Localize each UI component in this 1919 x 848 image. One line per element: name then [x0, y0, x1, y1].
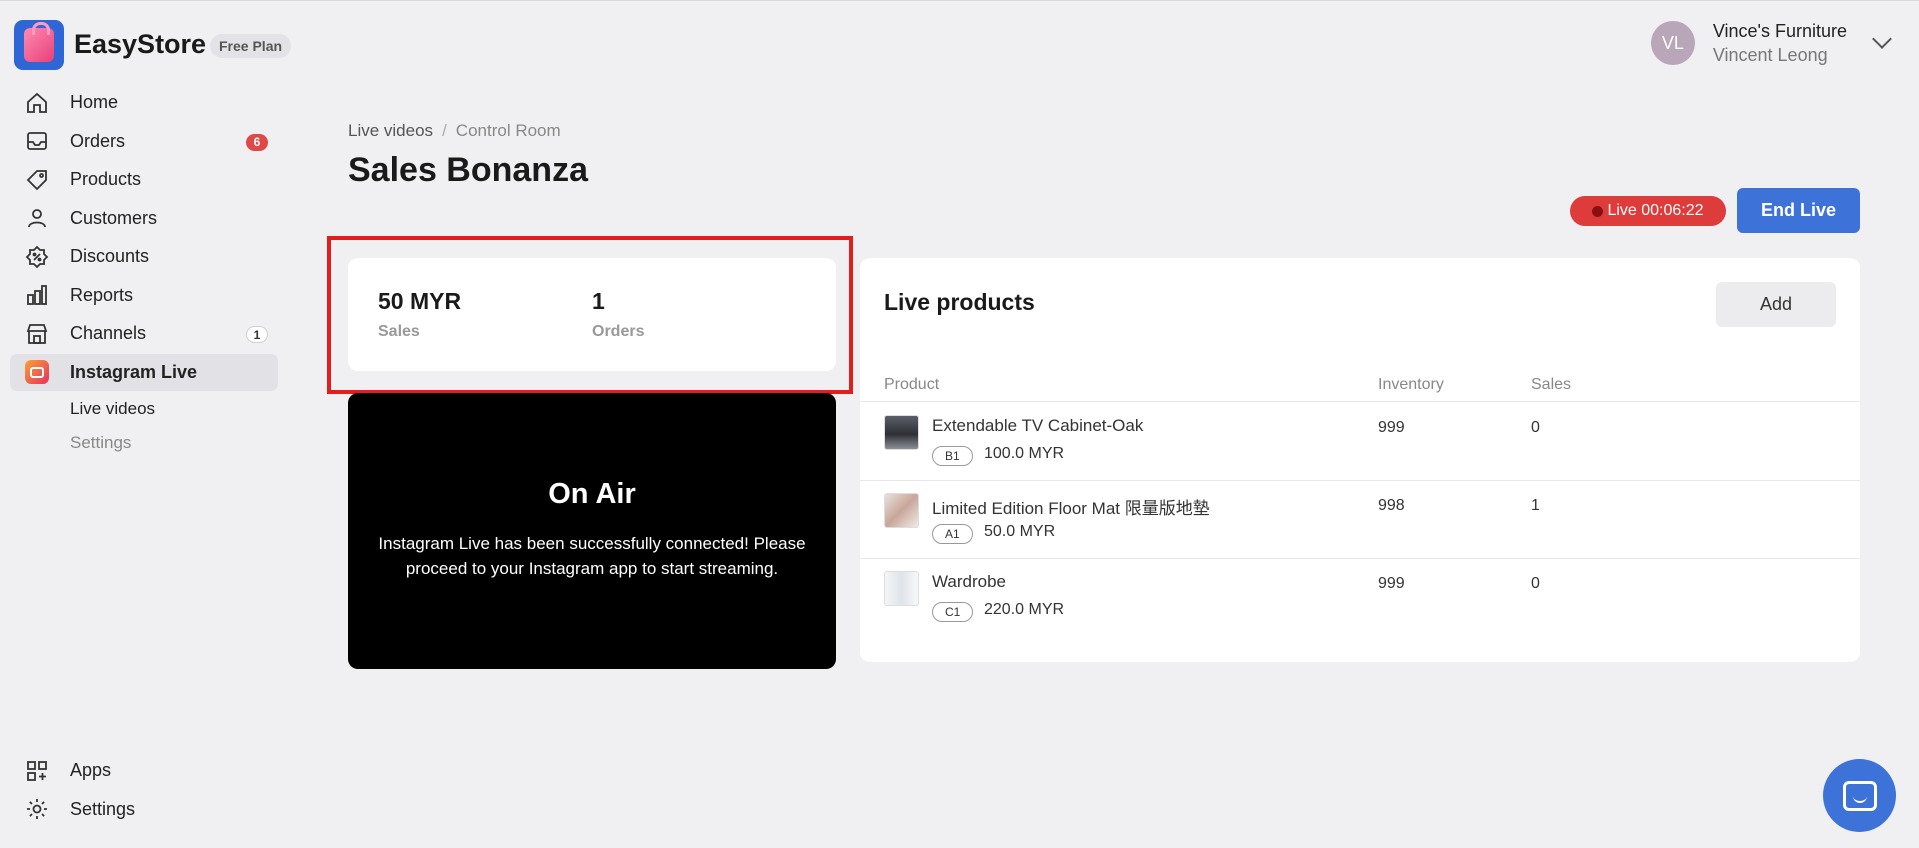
sidebar-item-label: Home [70, 92, 119, 112]
inbox-icon [24, 128, 50, 154]
discount-icon [24, 244, 50, 270]
product-inventory: 998 [1378, 497, 1405, 514]
column-product: Product [884, 376, 940, 393]
product-name: Extendable TV Cabinet-Oak [932, 416, 1144, 435]
product-thumbnail [884, 493, 919, 528]
sidebar-item-label: Apps [70, 760, 112, 780]
home-icon [24, 90, 50, 116]
table-row[interactable]: Extendable TV Cabinet-Oak B1 100.0 MYR 9… [860, 403, 1860, 481]
sidebar-item-label: Reports [70, 284, 134, 305]
sidebar-item-label: Products [70, 169, 142, 189]
orders-label: Orders [592, 323, 645, 340]
sidebar-item-products[interactable]: Products [10, 161, 278, 198]
product-name: Wardrobe [932, 572, 1007, 591]
product-price: 220.0 MYR [984, 601, 1065, 618]
chevron-down-icon[interactable] [1872, 29, 1892, 49]
avatar: VL [1650, 21, 1695, 65]
sku-badge: C1 [932, 602, 974, 622]
breadcrumb-live-videos[interactable]: Live videos [348, 121, 433, 140]
sidebar-item-label: Customers [70, 207, 158, 228]
subnav-item-settings[interactable]: Settings [70, 426, 278, 460]
sidebar-item-label: Discounts [70, 246, 150, 266]
add-product-button[interactable]: Add [1716, 282, 1836, 327]
breadcrumb-current: Control Room [455, 121, 561, 140]
sidebar-item-label: Settings [70, 798, 136, 819]
sidebar-item-label: Orders [70, 130, 126, 151]
stats-card: 50 MYR Sales 1 Orders [348, 258, 836, 371]
sidebar-item-apps[interactable]: Apps [10, 752, 278, 789]
plan-badge: Free Plan [210, 34, 292, 58]
sidebar-item-orders[interactable]: Orders 6 [10, 123, 278, 160]
gear-icon [24, 796, 50, 822]
live-products-card: Live products Add Product Inventory Sale… [860, 258, 1860, 662]
on-air-message: Instagram Live has been successfully con… [378, 534, 806, 578]
column-inventory: Inventory [1378, 376, 1444, 393]
instagram-live-subnav: Live videos Settings [10, 392, 278, 460]
product-thumbnail [884, 415, 919, 450]
account-menu[interactable]: VL Vince's Furniture Vincent Leong [1650, 19, 1892, 67]
orders-stat: 1 Orders [592, 288, 644, 341]
live-products-title: Live products [884, 289, 1035, 315]
sidebar-item-settings[interactable]: Settings [10, 791, 278, 828]
table-header: Product Inventory Sales [860, 368, 1860, 402]
sidebar-item-reports[interactable]: Reports [10, 277, 278, 314]
table-row[interactable]: Limited Edition Floor Mat 限量版地墊 A1 50.0 … [860, 481, 1860, 559]
product-price: 50.0 MYR [984, 523, 1056, 540]
channels-count-badge: 1 [246, 326, 268, 343]
sku-badge: A1 [932, 524, 973, 544]
page-title: Sales Bonanza [348, 151, 588, 189]
sales-stat: 50 MYR Sales [378, 288, 461, 341]
product-price: 100.0 MYR [984, 445, 1065, 462]
bar-chart-icon [24, 282, 50, 308]
sidebar-item-discounts[interactable]: Discounts [10, 238, 278, 275]
tag-icon [24, 167, 50, 193]
on-air-title: On Air [548, 478, 636, 510]
table-row[interactable]: Wardrobe C1 220.0 MYR 999 0 [860, 559, 1860, 637]
chat-icon [1842, 780, 1877, 811]
store-icon [24, 321, 50, 347]
sidebar-item-channels[interactable]: Channels 1 [10, 315, 278, 352]
breadcrumb: Live videos / Control Room [348, 121, 561, 141]
product-inventory: 999 [1378, 419, 1405, 436]
instagram-live-icon [24, 359, 50, 385]
apps-icon [24, 758, 50, 784]
store-name: Vince's Furniture [1712, 21, 1847, 41]
product-sales: 0 [1531, 419, 1540, 436]
product-name: Limited Edition Floor Mat 限量版地墊 [932, 499, 1210, 518]
person-icon [24, 205, 50, 231]
top-bar: EasyStore Free Plan VL Vince's Furniture… [0, 0, 1919, 88]
sales-label: Sales [378, 323, 420, 340]
end-live-button[interactable]: End Live [1737, 188, 1860, 233]
sidebar-item-customers[interactable]: Customers [10, 200, 278, 237]
subnav-item-live-videos[interactable]: Live videos [70, 392, 278, 426]
sidebar-item-instagram-live[interactable]: Instagram Live [10, 353, 278, 391]
product-sales: 1 [1531, 497, 1540, 514]
brand-name: EasyStore [74, 29, 207, 59]
sales-value: 50 MYR [378, 288, 462, 314]
on-air-panel: On Air Instagram Live has been successfu… [348, 393, 836, 669]
product-sales: 0 [1531, 575, 1540, 592]
live-status-badge: Live 00:06:22 [1570, 196, 1726, 226]
sidebar-item-label: Instagram Live [70, 361, 198, 382]
easystore-logo[interactable] [14, 20, 64, 70]
user-name: Vincent Leong [1712, 45, 1828, 65]
live-timer: Live 00:06:22 [1607, 202, 1704, 219]
breadcrumb-separator: / [442, 121, 447, 140]
sku-badge: B1 [932, 446, 973, 466]
sidebar-item-label: Channels [70, 323, 147, 343]
orders-value: 1 [592, 288, 605, 314]
chat-launcher-button[interactable] [1823, 759, 1896, 832]
product-inventory: 999 [1378, 575, 1405, 592]
column-sales: Sales [1531, 376, 1572, 393]
sidebar-bottom: Apps Settings [10, 752, 278, 829]
orders-count-badge: 6 [246, 133, 268, 151]
live-dot-icon [1592, 205, 1604, 217]
product-thumbnail [884, 571, 919, 606]
sidebar-item-home[interactable]: Home [10, 84, 278, 121]
sidebar: Home Orders 6 Products Customers Discoun… [10, 84, 278, 460]
